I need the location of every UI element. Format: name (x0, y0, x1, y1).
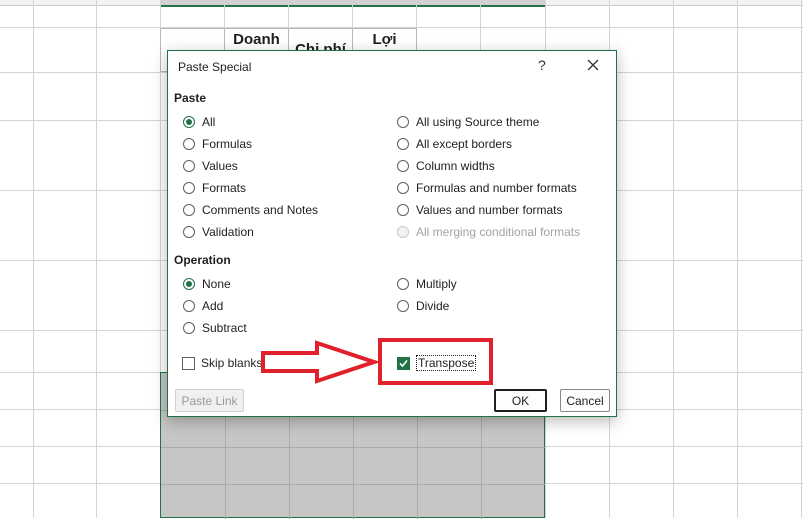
radio-icon (397, 278, 409, 290)
checkbox-unchecked-icon (182, 356, 195, 370)
radio-paste-except-borders[interactable]: All except borders (397, 135, 512, 153)
radio-icon (183, 204, 195, 216)
help-button[interactable]: ? (538, 57, 546, 73)
radio-operation-divide[interactable]: Divide (397, 297, 449, 315)
option-label: Skip blanks (201, 356, 263, 370)
radio-icon (397, 138, 409, 150)
option-label: None (202, 277, 231, 291)
radio-disabled-icon (397, 226, 409, 238)
option-label: Column widths (416, 159, 495, 173)
radio-operation-subtract[interactable]: Subtract (183, 319, 247, 337)
ok-button[interactable]: OK (494, 389, 547, 412)
radio-icon (397, 116, 409, 128)
operation-group-label: Operation (174, 253, 231, 267)
column-header-strip (0, 0, 803, 7)
cancel-button[interactable]: Cancel (560, 389, 610, 412)
option-label: Multiply (416, 277, 457, 291)
option-label: All using Source theme (416, 115, 540, 129)
radio-icon (397, 182, 409, 194)
option-label: Formulas and number formats (416, 181, 577, 195)
radio-paste-formats[interactable]: Formats (183, 179, 246, 197)
option-label: Comments and Notes (202, 203, 319, 217)
header-cell-text: Lợi (372, 31, 397, 48)
radio-icon (397, 300, 409, 312)
radio-icon (183, 138, 195, 150)
radio-paste-validation[interactable]: Validation (183, 223, 254, 241)
radio-selected-icon (183, 116, 195, 128)
radio-operation-none[interactable]: None (183, 275, 231, 293)
option-label: Subtract (202, 321, 247, 335)
paste-group-label: Paste (174, 91, 207, 105)
radio-paste-values-number-formats[interactable]: Values and number formats (397, 201, 563, 219)
radio-operation-add[interactable]: Add (183, 297, 223, 315)
option-label: All merging conditional formats (416, 225, 581, 239)
option-label: Divide (416, 299, 450, 313)
radio-icon (183, 182, 195, 194)
option-label: Add (202, 299, 224, 313)
radio-paste-merging-conditional-formats: All merging conditional formats (397, 223, 580, 241)
header-cell-text: Doanh (233, 31, 280, 48)
paste-link-button: Paste Link (175, 389, 244, 412)
radio-icon (397, 204, 409, 216)
radio-paste-values[interactable]: Values (183, 157, 238, 175)
right-arrow-icon (261, 340, 379, 384)
option-label: Formats (202, 181, 247, 195)
option-label: Validation (202, 225, 254, 239)
option-label: Values and number formats (416, 203, 563, 217)
radio-paste-source-theme[interactable]: All using Source theme (397, 113, 539, 131)
option-label: All except borders (416, 137, 513, 151)
radio-operation-multiply[interactable]: Multiply (397, 275, 457, 293)
radio-paste-formulas-number-formats[interactable]: Formulas and number formats (397, 179, 577, 197)
skip-blanks-checkbox[interactable]: Skip blanks (182, 354, 262, 372)
close-icon[interactable] (584, 56, 602, 74)
option-label: All (202, 115, 216, 129)
radio-icon (183, 300, 195, 312)
radio-paste-all[interactable]: All (183, 113, 215, 131)
radio-icon (183, 322, 195, 334)
radio-paste-formulas[interactable]: Formulas (183, 135, 252, 153)
radio-selected-icon (183, 278, 195, 290)
option-label: Values (202, 159, 238, 173)
dialog-title: Paste Special (178, 60, 252, 74)
radio-icon (183, 160, 195, 172)
radio-icon (397, 160, 409, 172)
option-label: Formulas (202, 137, 253, 151)
radio-icon (183, 226, 195, 238)
highlight-box (378, 338, 493, 385)
radio-paste-column-widths[interactable]: Column widths (397, 157, 495, 175)
radio-paste-comments-notes[interactable]: Comments and Notes (183, 201, 318, 219)
